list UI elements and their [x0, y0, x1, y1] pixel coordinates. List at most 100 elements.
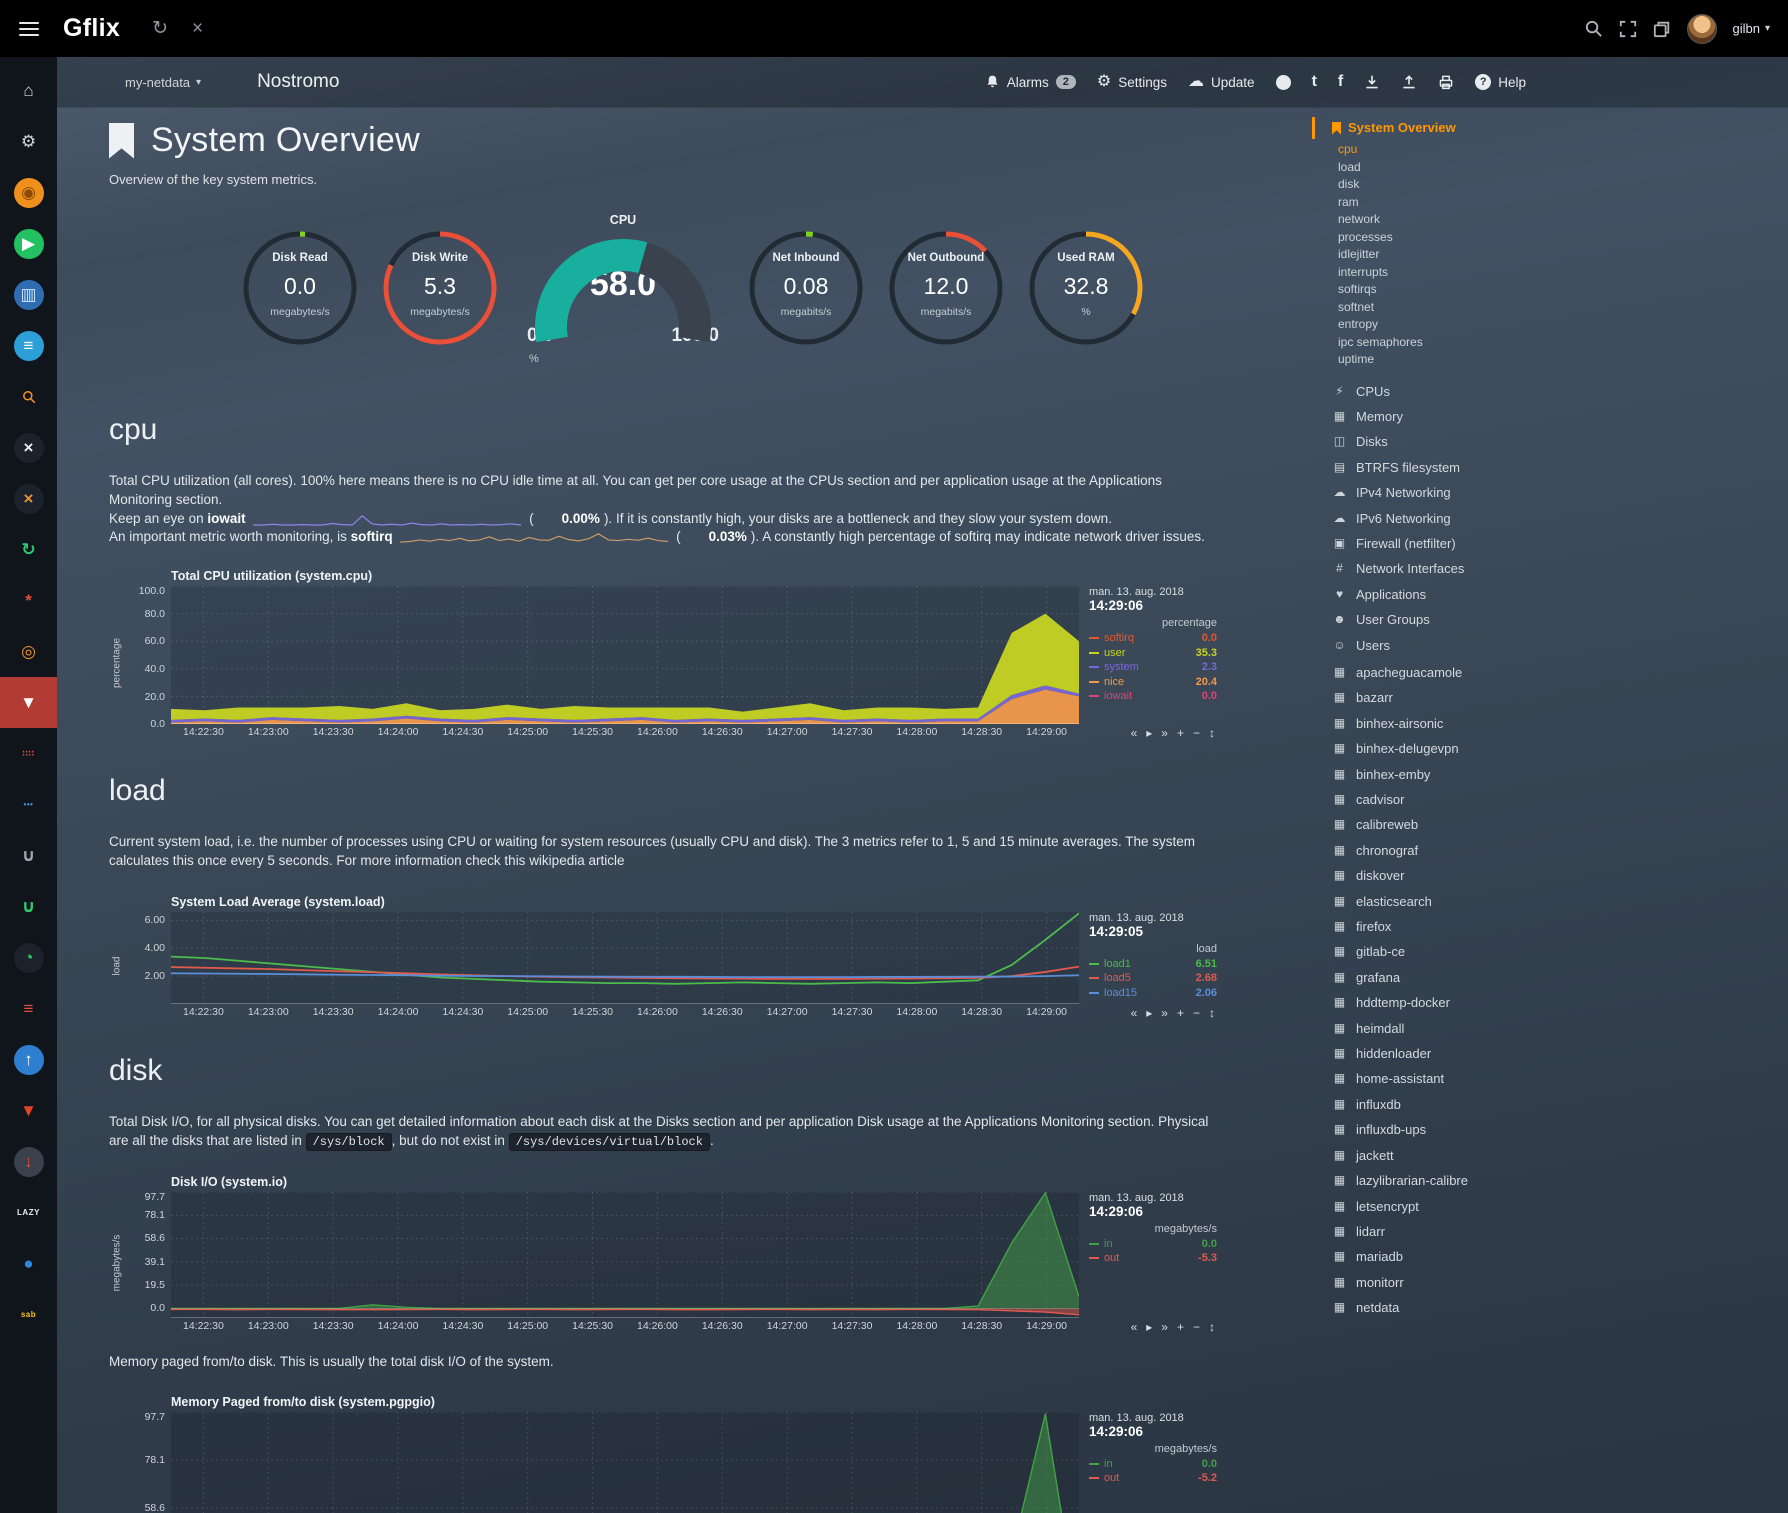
nav-item-ipc-semaphores[interactable]: ipc semaphores: [1312, 334, 1788, 352]
settings-button[interactable]: ⚙ Settings: [1097, 74, 1167, 90]
legend-series-user[interactable]: user35.3: [1089, 646, 1217, 661]
nav-app-jackett[interactable]: ▦jackett: [1312, 1143, 1788, 1168]
nav-app-influxdb[interactable]: ▦influxdb: [1312, 1092, 1788, 1117]
chart-pan-left-button[interactable]: «: [1131, 726, 1138, 740]
import-button[interactable]: [1364, 74, 1380, 90]
nav-item-ram[interactable]: ram: [1312, 194, 1788, 212]
nav-item-interrupts[interactable]: interrupts: [1312, 264, 1788, 282]
nav-app-heimdall[interactable]: ▦heimdall: [1312, 1016, 1788, 1041]
nav-item-uptime[interactable]: uptime: [1312, 351, 1788, 369]
facebook-button[interactable]: f: [1338, 74, 1343, 90]
nav-item-load[interactable]: load: [1312, 159, 1788, 177]
nav-item-network[interactable]: network: [1312, 211, 1788, 229]
nav-app-gitlab-ce[interactable]: ▦gitlab-ce: [1312, 939, 1788, 964]
nav-system-overview[interactable]: System Overview: [1312, 117, 1788, 139]
nav-app-bazarr[interactable]: ▦bazarr: [1312, 685, 1788, 710]
twitter-button[interactable]: t: [1312, 74, 1317, 90]
nav-app-binhex-delugevpn[interactable]: ▦binhex-delugevpn: [1312, 736, 1788, 761]
rail-app-three-dots-icon[interactable]: •••: [0, 779, 57, 830]
nav-item-entropy[interactable]: entropy: [1312, 316, 1788, 334]
nav-section-firewall-netfilter-[interactable]: ▣Firewall (netfilter): [1312, 531, 1788, 556]
fullscreen-icon[interactable]: [1619, 20, 1637, 38]
chart-play-button[interactable]: ▸: [1146, 726, 1152, 740]
rail-home-icon[interactable]: ⌂: [0, 65, 57, 116]
nav-section-disks[interactable]: ◫Disks: [1312, 429, 1788, 454]
chart-pan-right-button[interactable]: »: [1161, 726, 1168, 740]
nav-app-grafana[interactable]: ▦grafana: [1312, 965, 1788, 990]
nav-app-hddtemp-docker[interactable]: ▦hddtemp-docker: [1312, 990, 1788, 1015]
rail-app-u-grey-icon[interactable]: ∪: [0, 830, 57, 881]
nav-app-netdata[interactable]: ▦netdata: [1312, 1295, 1788, 1320]
rail-app-soundbars-icon[interactable]: ≡: [0, 320, 57, 371]
nav-section-users[interactable]: ☺Users: [1312, 633, 1788, 658]
chart-zoom-in-button[interactable]: +: [1177, 726, 1184, 740]
user-menu[interactable]: gilbn▾: [1733, 21, 1771, 36]
chart-pan-right-button[interactable]: »: [1161, 1006, 1168, 1020]
rail-app-search-icon[interactable]: ⚲: [0, 371, 57, 422]
gauge-net-inbound[interactable]: Net Inbound0.08megabits/s: [747, 229, 865, 347]
rail-app-lines-icon[interactable]: ≡: [0, 983, 57, 1034]
nav-app-apacheguacamole[interactable]: ▦apacheguacamole: [1312, 660, 1788, 685]
rail-app-jars-icon[interactable]: ▥: [0, 269, 57, 320]
legend-series-in[interactable]: in0.0: [1089, 1237, 1217, 1252]
nav-app-firefox[interactable]: ▦firefox: [1312, 914, 1788, 939]
nav-section-user-groups[interactable]: ☻User Groups: [1312, 607, 1788, 632]
gauge-net-outbound[interactable]: Net Outbound12.0megabits/s: [887, 229, 1005, 347]
nav-app-mariadb[interactable]: ▦mariadb: [1312, 1244, 1788, 1269]
gauge-used-ram[interactable]: Used RAM32.8%: [1027, 229, 1145, 347]
nav-section-cpus[interactable]: ⚡CPUs: [1312, 379, 1788, 404]
rail-app-upload-blue-icon[interactable]: ↑: [0, 1034, 57, 1085]
chart-canvas[interactable]: [171, 1192, 1079, 1318]
chart-resize-handle[interactable]: ↕: [1209, 1006, 1215, 1020]
rail-app-color-x-icon[interactable]: *: [0, 575, 57, 626]
chart-zoom-out-button[interactable]: −: [1193, 726, 1200, 740]
nav-app-binhex-emby[interactable]: ▦binhex-emby: [1312, 762, 1788, 787]
chart-canvas[interactable]: [171, 912, 1079, 1004]
chart-play-button[interactable]: ▸: [1146, 1006, 1152, 1020]
gauge-disk-write[interactable]: Disk Write5.3megabytes/s: [381, 229, 499, 347]
nav-app-elasticsearch[interactable]: ▦elasticsearch: [1312, 889, 1788, 914]
legend-series-out[interactable]: out-5.2: [1089, 1471, 1217, 1486]
print-button[interactable]: [1438, 74, 1454, 90]
rail-app-shield-pihole-icon[interactable]: ▼: [0, 677, 57, 728]
softirq-sparkline[interactable]: [400, 530, 668, 545]
chart-canvas[interactable]: [171, 1412, 1079, 1513]
nav-section-btrfs-filesystem[interactable]: ▤BTRFS filesystem: [1312, 455, 1788, 480]
chart-canvas[interactable]: [171, 586, 1079, 724]
chart-resize-handle[interactable]: ↕: [1209, 726, 1215, 740]
legend-series-nice[interactable]: nice20.4: [1089, 675, 1217, 690]
legend-series-load15[interactable]: load152.06: [1089, 986, 1217, 1001]
rail-app-dots-grid-icon[interactable]: ∷∷: [0, 728, 57, 779]
rail-app-drop-icon[interactable]: ●: [0, 1238, 57, 1289]
iowait-sparkline[interactable]: [253, 512, 521, 527]
legend-series-load1[interactable]: load16.51: [1089, 957, 1217, 972]
chart-resize-handle[interactable]: ↕: [1209, 1320, 1215, 1334]
host-dropdown[interactable]: my-netdata▾: [125, 75, 201, 90]
rail-app-green-play-icon[interactable]: ▶: [0, 218, 57, 269]
close-tab-icon[interactable]: ×: [192, 19, 203, 38]
github-button[interactable]: [1276, 75, 1291, 90]
chart-zoom-in-button[interactable]: +: [1177, 1320, 1184, 1334]
help-button[interactable]: ? Help: [1475, 74, 1526, 90]
nav-app-influxdb-ups[interactable]: ▦influxdb-ups: [1312, 1117, 1788, 1142]
rail-app-sabnzbd-icon[interactable]: sab: [0, 1289, 57, 1340]
nav-app-home-assistant[interactable]: ▦home-assistant: [1312, 1066, 1788, 1091]
nav-app-binhex-airsonic[interactable]: ▦binhex-airsonic: [1312, 711, 1788, 736]
gauge-disk-read[interactable]: Disk Read0.0megabytes/s: [241, 229, 359, 347]
legend-series-load5[interactable]: load52.68: [1089, 971, 1217, 986]
chart-play-button[interactable]: ▸: [1146, 1320, 1152, 1334]
nav-section-applications[interactable]: ♥Applications: [1312, 582, 1788, 607]
rail-app-u-green-icon[interactable]: ∪: [0, 881, 57, 932]
nav-app-diskover[interactable]: ▦diskover: [1312, 863, 1788, 888]
rail-app-circle-dark-icon[interactable]: ◔: [0, 932, 57, 983]
nav-app-hiddenloader[interactable]: ▦hiddenloader: [1312, 1041, 1788, 1066]
rail-app-atom-icon[interactable]: ◎: [0, 626, 57, 677]
chart-pan-left-button[interactable]: «: [1131, 1320, 1138, 1334]
rail-app-download-red-icon[interactable]: ↓: [0, 1136, 57, 1187]
legend-series-system[interactable]: system2.3: [1089, 660, 1217, 675]
tabs-icon[interactable]: [1653, 20, 1671, 38]
nav-section-network-interfaces[interactable]: #Network Interfaces: [1312, 556, 1788, 581]
refresh-icon[interactable]: ↻: [152, 19, 168, 38]
legend-series-iowait[interactable]: iowait0.0: [1089, 689, 1217, 704]
search-icon[interactable]: [1584, 19, 1603, 38]
